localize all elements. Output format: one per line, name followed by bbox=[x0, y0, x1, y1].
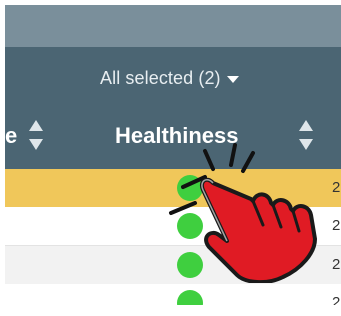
click-hand-icon bbox=[169, 143, 317, 283]
column-header-prev-label: e bbox=[5, 123, 18, 148]
table-row[interactable]: 2 bbox=[5, 284, 341, 305]
healthiness-filter-dropdown[interactable]: All selected (2) bbox=[100, 68, 239, 89]
sort-arrows-icon[interactable] bbox=[27, 117, 45, 153]
status-indicator-icon bbox=[177, 290, 203, 305]
column-header-prev[interactable]: e bbox=[5, 123, 17, 149]
table-panel: All selected (2) e Healthiness 2 2 2 2 bbox=[5, 5, 341, 305]
toolbar-band bbox=[5, 5, 341, 47]
filter-label: All selected (2) bbox=[100, 68, 221, 88]
screenshot-stage: All selected (2) e Healthiness 2 2 2 2 bbox=[0, 0, 341, 316]
row-value: 2 bbox=[332, 294, 341, 305]
caret-down-icon bbox=[226, 75, 239, 83]
